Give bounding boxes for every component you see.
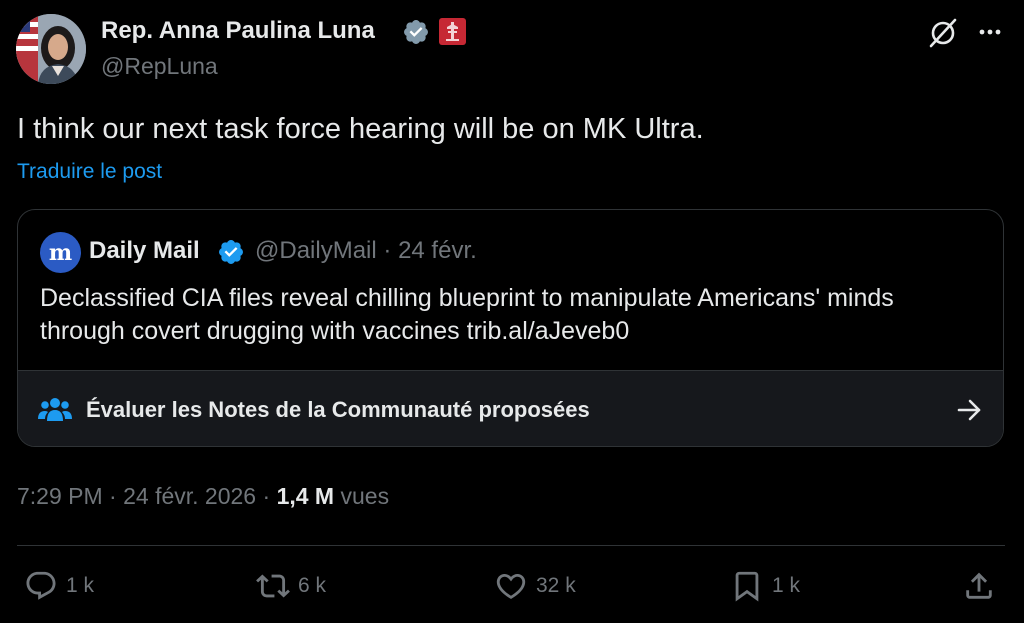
community-notes-label: Évaluer les Notes de la Communauté propo… bbox=[86, 397, 590, 422]
share-icon bbox=[966, 572, 992, 599]
bookmark-button[interactable]: 1 k bbox=[730, 566, 800, 606]
quote-meta: @DailyMail · 24 févr. bbox=[255, 237, 477, 265]
quote-avatar-letter: m bbox=[48, 239, 73, 266]
like-button[interactable]: 32 k bbox=[494, 566, 576, 606]
affiliation-badge-icon[interactable] bbox=[439, 18, 466, 45]
quote-author-name[interactable]: Daily Mail bbox=[89, 237, 200, 265]
quote-date[interactable]: 24 févr. bbox=[398, 237, 477, 264]
post-meta: 7:29 PM · 24 févr. 2026 · 1,4 M vues bbox=[17, 483, 389, 510]
views-count[interactable]: 1,4 M bbox=[277, 483, 335, 509]
quote-text: Declassified CIA files reveal chilling b… bbox=[40, 282, 894, 348]
repost-count: 6 k bbox=[298, 574, 327, 597]
share-button[interactable] bbox=[962, 566, 996, 606]
like-count: 32 k bbox=[536, 574, 576, 597]
divider bbox=[17, 545, 1005, 546]
bookmark-icon bbox=[735, 571, 759, 602]
reply-button[interactable]: 1 k bbox=[24, 566, 94, 606]
community-notes-bar[interactable]: Évaluer les Notes de la Communauté propo… bbox=[18, 370, 1003, 446]
quote-text-line: Declassified CIA files reveal chilling b… bbox=[40, 284, 894, 312]
quote-text-line: through covert drugging with vaccines tr… bbox=[40, 317, 630, 345]
more-icon[interactable] bbox=[974, 16, 1006, 48]
author-name[interactable]: Rep. Anna Paulina Luna bbox=[101, 17, 375, 45]
post-time[interactable]: 7:29 PM bbox=[17, 483, 103, 509]
bookmark-count: 1 k bbox=[772, 574, 801, 597]
grok-icon[interactable] bbox=[926, 16, 960, 50]
post-text: I think our next task force hearing will… bbox=[17, 113, 704, 145]
avatar-photo bbox=[16, 14, 86, 84]
views-label: vues bbox=[334, 483, 390, 509]
post-date[interactable]: 24 févr. 2026 bbox=[123, 483, 256, 509]
quote-separator: · bbox=[383, 237, 392, 264]
retweet-icon bbox=[256, 574, 290, 598]
translate-post-link[interactable]: Traduire le post bbox=[17, 160, 162, 184]
community-icon bbox=[38, 398, 72, 421]
meta-separator: · bbox=[256, 483, 277, 509]
like-icon bbox=[496, 573, 526, 599]
repost-button[interactable]: 6 k bbox=[256, 566, 326, 606]
quote-verified-icon[interactable] bbox=[217, 238, 245, 266]
quote-handle[interactable]: @DailyMail bbox=[255, 237, 377, 264]
author-handle[interactable]: @RepLuna bbox=[101, 53, 218, 80]
quote-avatar[interactable]: m bbox=[40, 232, 81, 273]
verified-icon[interactable] bbox=[402, 18, 430, 46]
reply-count: 1 k bbox=[66, 574, 95, 597]
quoted-post-card[interactable]: m Daily Mail @DailyMail · 24 févr. Decla… bbox=[17, 209, 1004, 447]
congress-seal-icon bbox=[446, 22, 459, 41]
post-detail: Rep. Anna Paulina Luna @RepLuna I think … bbox=[0, 0, 1024, 623]
meta-separator: · bbox=[102, 483, 124, 509]
reply-icon bbox=[26, 571, 56, 600]
arrow-right-icon[interactable] bbox=[954, 395, 984, 425]
author-avatar[interactable] bbox=[16, 14, 86, 84]
